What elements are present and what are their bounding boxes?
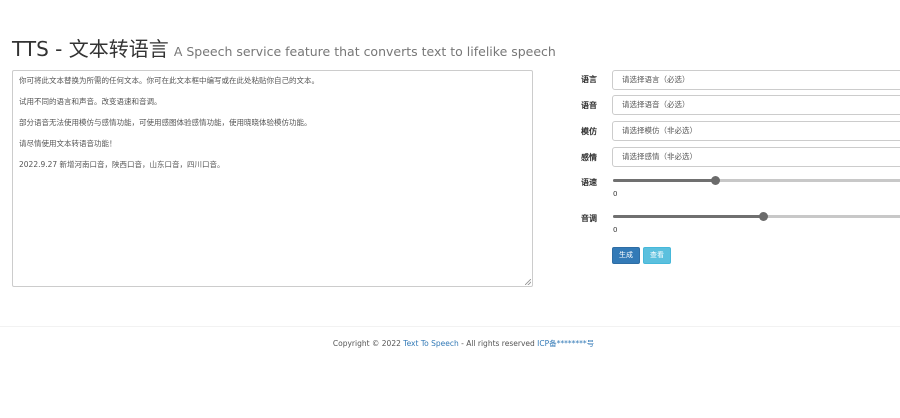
text-line: 2022.9.27 新增河南口音，陕西口音，山东口音，四川口音。 [19,160,225,169]
rate-value: 0 [613,190,618,198]
rate-label: 语速 [581,178,597,187]
emotion-label: 感情 [581,153,597,162]
page-title: TTS - 文本转语言 [12,37,169,61]
imitate-label: 模仿 [581,127,597,136]
text-line: 部分语音无法使用模仿与感情功能，可使用感图体验感情功能，使用晓晓体验模仿功能。 [19,118,312,127]
imitate-select[interactable]: 请选择模仿（非必选） [612,121,900,141]
slider-thumb[interactable] [759,212,768,221]
text-line: 请尽情使用文本转语音功能！ [19,139,117,148]
rate-slider[interactable] [613,175,900,187]
footer-site-link[interactable]: Text To Speech [403,339,458,348]
pitch-slider[interactable] [613,211,900,223]
slider-thumb[interactable] [711,176,720,185]
voice-select[interactable]: 请选择语音（必选） [612,95,900,115]
voice-label: 语音 [581,101,597,110]
text-input-area[interactable]: 你可将此文本替换为所需的任何文本。你可在此文本框中编写或在此处粘贴你自己的文本。… [12,70,533,287]
slider-fill [613,215,763,218]
footer: Copyright © 2022 Text To Speech - All ri… [0,338,900,349]
language-select[interactable]: 请选择语言（必选） [612,70,900,90]
view-button[interactable]: 查看 [643,247,671,264]
pitch-value: 0 [613,226,618,234]
page-header: TTS - 文本转语言 A Speech service feature tha… [12,33,556,62]
pitch-label: 音调 [581,214,597,223]
generate-button[interactable]: 生成 [612,247,640,264]
footer-rights: - All rights reserved [458,339,538,348]
resize-grip-icon[interactable] [525,279,531,285]
language-label: 语言 [581,75,597,84]
text-line: 你可将此文本替换为所需的任何文本。你可在此文本框中编写或在此处粘贴你自己的文本。 [19,76,319,85]
footer-divider [0,326,900,327]
emotion-select[interactable]: 请选择感情（非必选） [612,147,900,167]
footer-copyright: Copyright © 2022 [332,339,404,348]
footer-icp-link[interactable]: ICP备********号 [537,339,594,348]
slider-fill [613,179,715,182]
page-subtitle: A Speech service feature that converts t… [173,44,556,59]
text-line: 试用不同的语言和声音。改变语速和音调。 [19,97,162,106]
